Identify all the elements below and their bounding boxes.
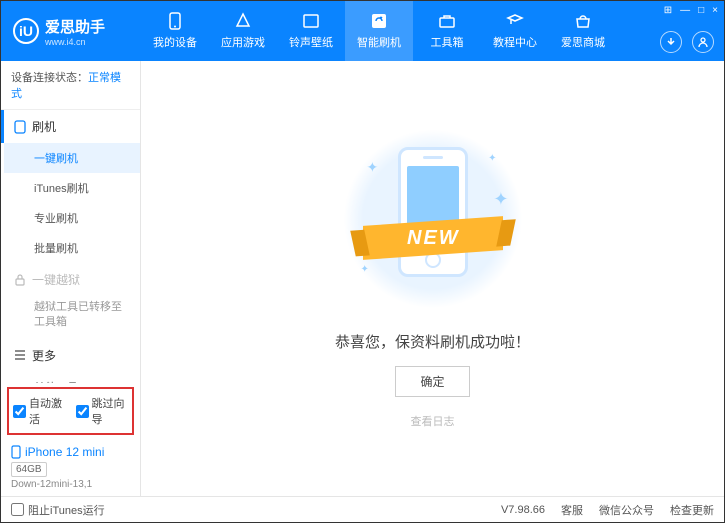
device-storage: 64GB [11, 462, 47, 477]
wallpaper-icon [302, 12, 320, 30]
phone-icon [11, 445, 21, 459]
sidebar-item-other-tools[interactable]: 其他工具 [4, 372, 140, 383]
sidebar: 设备连接状态：正常模式 刷机 一键刷机 iTunes刷机 专业刷机 批量刷机 [1, 61, 141, 496]
nav-label: 应用游戏 [221, 34, 265, 50]
apps-icon [234, 12, 252, 30]
sidebar-flash-title: 刷机 [32, 118, 56, 135]
jailbreak-note: 越狱工具已转移至 工具箱 [4, 296, 140, 339]
maximize-button[interactable]: □ [698, 5, 704, 16]
tutorial-icon [506, 12, 524, 30]
conn-label: 设备连接状态： [11, 72, 88, 84]
connection-status: 设备连接状态：正常模式 [1, 61, 140, 110]
options-highlight: 自动激活 跳过向导 [7, 387, 134, 435]
sidebar-more-head[interactable]: 更多 [4, 339, 140, 372]
toolbox-icon [438, 12, 456, 30]
sidebar-item-batch-flash[interactable]: 批量刷机 [4, 233, 140, 263]
grid-button[interactable]: ⊞ [664, 5, 672, 16]
sidebar-flash-head[interactable]: 刷机 [1, 110, 140, 143]
body: 设备连接状态：正常模式 刷机 一键刷机 iTunes刷机 专业刷机 批量刷机 [1, 61, 724, 496]
window-controls: ⊞ — □ × [664, 5, 718, 16]
phone-icon [166, 12, 184, 30]
store-icon [574, 12, 592, 30]
download-button[interactable] [660, 31, 682, 53]
nav-store[interactable]: 爱思商城 [549, 1, 617, 61]
sidebar-item-pro-flash[interactable]: 专业刷机 [4, 203, 140, 233]
device-name: iPhone 12 mini [11, 445, 130, 459]
minimize-button[interactable]: — [680, 5, 690, 16]
nav-label: 爱思商城 [561, 34, 605, 50]
nav-flash[interactable]: 智能刷机 [345, 1, 413, 61]
checkbox-label: 跳过向导 [92, 395, 129, 427]
success-illustration: ✦ ✦ ✦ ✦ NEW [343, 129, 523, 309]
sidebar-more-title: 更多 [32, 347, 56, 364]
ok-button[interactable]: 确定 [395, 366, 469, 397]
customer-service-link[interactable]: 客服 [561, 502, 583, 518]
sidebar-item-oneclick-flash[interactable]: 一键刷机 [4, 143, 140, 173]
block-itunes-checkbox[interactable]: 阻止iTunes运行 [11, 502, 105, 518]
nav-label: 智能刷机 [357, 34, 401, 50]
skip-guide-checkbox[interactable]: 跳过向导 [76, 395, 129, 427]
nav-label: 我的设备 [153, 34, 197, 50]
phone-icon [14, 120, 26, 134]
top-nav: 我的设备 应用游戏 铃声壁纸 智能刷机 工具箱 教程中心 [141, 1, 617, 61]
menu-icon [14, 350, 26, 360]
nav-ringtone[interactable]: 铃声壁纸 [277, 1, 345, 61]
app-window: iU 爱思助手 www.i4.cn 我的设备 应用游戏 铃声壁纸 智能刷机 [0, 0, 725, 523]
brand-name: 爱思助手 [45, 16, 105, 37]
sidebar-jailbreak-title: 一键越狱 [32, 271, 80, 288]
nav-toolbox[interactable]: 工具箱 [413, 1, 481, 61]
sidebar-item-itunes-flash[interactable]: iTunes刷机 [4, 173, 140, 203]
check-update-link[interactable]: 检查更新 [670, 502, 714, 518]
device-sub: Down-12mini-13,1 [11, 479, 130, 490]
version-label: V7.98.66 [501, 504, 545, 516]
brand: iU 爱思助手 www.i4.cn [1, 16, 141, 47]
nav-apps[interactable]: 应用游戏 [209, 1, 277, 61]
main-content: ✦ ✦ ✦ ✦ NEW 恭喜您，保资料刷机成功啦！ 确定 查看日志 [141, 61, 724, 496]
brand-url: www.i4.cn [45, 37, 105, 47]
flash-icon [370, 12, 388, 30]
nav-my-device[interactable]: 我的设备 [141, 1, 209, 61]
success-message: 恭喜您，保资料刷机成功啦！ [335, 331, 530, 352]
user-button[interactable] [692, 31, 714, 53]
titlebar: iU 爱思助手 www.i4.cn 我的设备 应用游戏 铃声壁纸 智能刷机 [1, 1, 724, 61]
nav-label: 铃声壁纸 [289, 34, 333, 50]
statusbar: 阻止iTunes运行 V7.98.66 客服 微信公众号 检查更新 [1, 496, 724, 522]
checkbox-label: 自动激活 [29, 395, 66, 427]
nav-label: 工具箱 [431, 34, 464, 50]
nav-tutorial[interactable]: 教程中心 [481, 1, 549, 61]
logo-icon: iU [13, 18, 39, 44]
sidebar-jailbreak-head[interactable]: 一键越狱 [4, 263, 140, 296]
lock-icon [14, 274, 26, 286]
auto-activate-checkbox[interactable]: 自动激活 [13, 395, 66, 427]
wechat-link[interactable]: 微信公众号 [599, 502, 654, 518]
checkbox-label: 阻止iTunes运行 [28, 502, 105, 518]
title-actions [660, 31, 714, 53]
close-button[interactable]: × [712, 5, 718, 16]
device-block[interactable]: iPhone 12 mini 64GB Down-12mini-13,1 [1, 439, 140, 496]
view-log-link[interactable]: 查看日志 [411, 413, 455, 429]
nav-label: 教程中心 [493, 34, 537, 50]
